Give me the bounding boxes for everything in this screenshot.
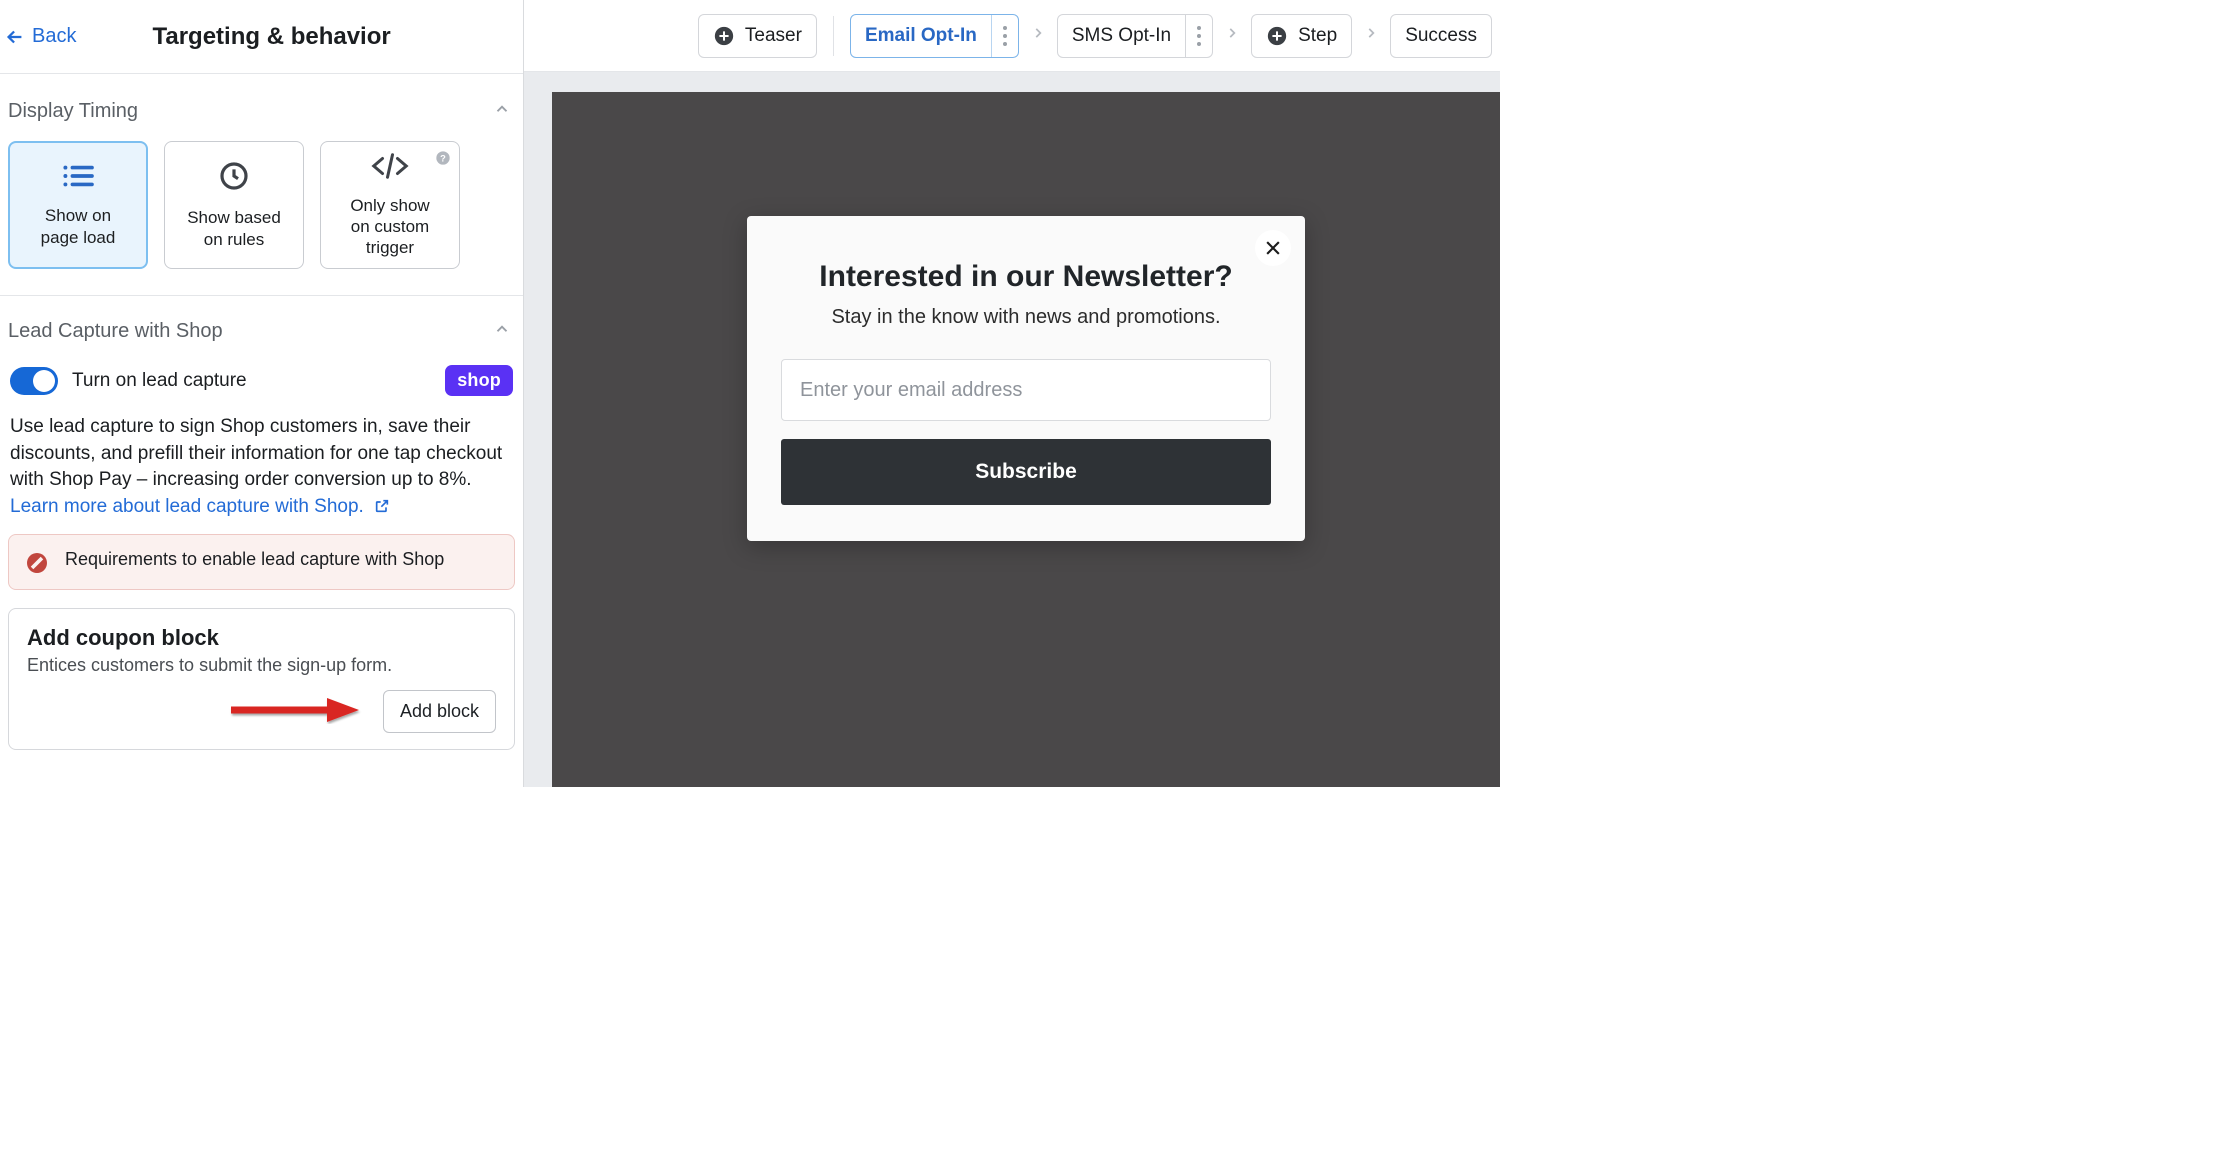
- coupon-title: Add coupon block: [27, 625, 496, 651]
- step-bar: Teaser Email Opt-In SMS Opt-In Step: [524, 0, 1500, 72]
- back-label: Back: [32, 25, 76, 48]
- chevron-right-icon: [1364, 26, 1378, 45]
- chevron-right-icon: [1225, 26, 1239, 45]
- section-title: Display Timing: [8, 100, 138, 123]
- step-add-step[interactable]: Step: [1251, 14, 1352, 58]
- learn-more-text: Learn more about lead capture with Shop.: [10, 496, 364, 517]
- close-icon: [1263, 238, 1283, 258]
- learn-more-link[interactable]: Learn more about lead capture with Shop.: [10, 496, 390, 517]
- step-label: Step: [1298, 25, 1337, 47]
- step-menu-button[interactable]: [991, 15, 1008, 57]
- section-head-display-timing[interactable]: Display Timing: [8, 86, 515, 137]
- svg-text:?: ?: [440, 153, 446, 163]
- newsletter-popup: Interested in our Newsletter? Stay in th…: [747, 216, 1305, 541]
- back-button[interactable]: Back: [0, 25, 76, 48]
- option-custom-trigger[interactable]: ? Only show on custom trigger: [320, 141, 460, 269]
- plus-circle-icon: [1266, 25, 1288, 47]
- list-icon: [61, 162, 95, 195]
- email-input[interactable]: [781, 359, 1271, 421]
- section-display-timing: Display Timing Show on page load Show ba: [0, 74, 523, 296]
- warning-text: Requirements to enable lead capture with…: [65, 549, 444, 575]
- add-block-button[interactable]: Add block: [383, 690, 496, 733]
- step-email-optin[interactable]: Email Opt-In: [850, 14, 1019, 58]
- step-label: Success: [1405, 25, 1477, 47]
- step-success[interactable]: Success: [1390, 14, 1492, 58]
- lead-capture-toggle[interactable]: [10, 367, 58, 395]
- preview-canvas: Interested in our Newsletter? Stay in th…: [524, 72, 1500, 787]
- chevron-up-icon: [493, 100, 511, 123]
- divider: [833, 16, 834, 56]
- subscribe-button[interactable]: Subscribe: [781, 439, 1271, 505]
- sidebar-header: Back Targeting & behavior: [0, 0, 523, 74]
- option-label: Show based on rules: [187, 207, 281, 250]
- arrow-annotation-icon: [227, 696, 362, 724]
- option-show-based-on-rules[interactable]: Show based on rules: [164, 141, 304, 269]
- section-head-lead-capture[interactable]: Lead Capture with Shop: [8, 306, 515, 357]
- lead-toggle-row: Turn on lead capture shop: [8, 357, 515, 404]
- popup-subtitle: Stay in the know with news and promotion…: [781, 306, 1271, 329]
- popup-title: Interested in our Newsletter?: [781, 260, 1271, 294]
- help-icon[interactable]: ?: [435, 150, 451, 166]
- chevron-right-icon: [1031, 26, 1045, 45]
- step-sms-optin[interactable]: SMS Opt-In: [1057, 14, 1213, 58]
- requirements-warning[interactable]: Requirements to enable lead capture with…: [8, 534, 515, 590]
- clock-icon: [218, 160, 250, 197]
- option-show-on-page-load[interactable]: Show on page load: [8, 141, 148, 269]
- chevron-up-icon: [493, 320, 511, 343]
- option-label: Only show on custom trigger: [350, 195, 429, 259]
- section-title: Lead Capture with Shop: [8, 320, 223, 343]
- timing-options: Show on page load Show based on rules ?: [8, 137, 515, 277]
- lead-capture-description: Use lead capture to sign Shop customers …: [8, 404, 515, 520]
- external-link-icon: [374, 498, 390, 514]
- step-teaser[interactable]: Teaser: [698, 14, 817, 58]
- shop-badge: shop: [445, 365, 513, 396]
- block-icon: [25, 551, 49, 575]
- preview-frame: Interested in our Newsletter? Stay in th…: [552, 92, 1500, 787]
- plus-circle-icon: [713, 25, 735, 47]
- code-icon: [370, 152, 410, 185]
- step-label: Teaser: [745, 25, 802, 47]
- step-label: Email Opt-In: [865, 25, 977, 47]
- toggle-label: Turn on lead capture: [72, 370, 247, 392]
- option-label: Show on page load: [41, 205, 116, 248]
- main-panel: Teaser Email Opt-In SMS Opt-In Step: [524, 0, 1500, 787]
- popup-close-button[interactable]: [1255, 230, 1291, 266]
- coupon-desc: Entices customers to submit the sign-up …: [27, 655, 496, 676]
- coupon-block-card: Add coupon block Entices customers to su…: [8, 608, 515, 750]
- section-lead-capture: Lead Capture with Shop Turn on lead capt…: [0, 296, 523, 768]
- step-menu-button[interactable]: [1185, 15, 1202, 57]
- arrow-left-icon: [4, 26, 26, 48]
- lead-desc-text: Use lead capture to sign Shop customers …: [10, 416, 502, 490]
- page-title: Targeting & behavior: [152, 23, 390, 51]
- step-label: SMS Opt-In: [1072, 25, 1171, 47]
- settings-sidebar: Back Targeting & behavior Display Timing…: [0, 0, 524, 787]
